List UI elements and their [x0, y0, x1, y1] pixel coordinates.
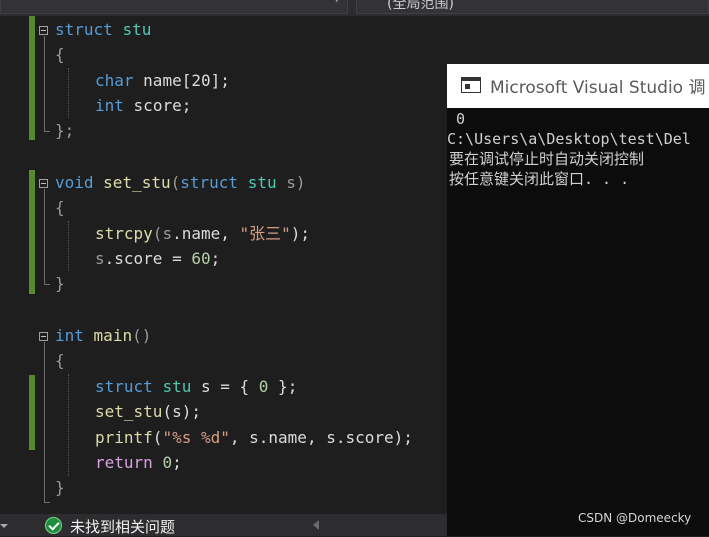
status-bar: 未找到相关问题 — [0, 514, 447, 536]
code-line-14: set_stu(s); — [95, 402, 201, 421]
fold-line — [44, 189, 45, 284]
chevron-down-icon: ▼ — [334, 0, 340, 5]
code-line-12: { — [55, 351, 65, 370]
code-line-13: struct stu s = { 0 }; — [95, 377, 298, 396]
console-output-line: 0 — [447, 110, 466, 128]
code-editor[interactable]: struct stu { char name[20]; int score; }… — [0, 16, 447, 514]
fold-line-end — [44, 502, 50, 503]
code-line-9: s.score = 60; — [95, 249, 221, 268]
fold-line-end — [44, 131, 50, 132]
indent-guide — [68, 68, 69, 118]
code-line-16: return 0; — [95, 453, 182, 472]
indent-guide — [68, 374, 69, 476]
console-output-line: 要在调试停止时自动关闭控制 — [449, 150, 645, 168]
code-line-1: struct stu — [55, 20, 152, 39]
collapse-struct-icon[interactable] — [39, 26, 48, 35]
indent-guide — [68, 221, 69, 271]
collapse-main-icon[interactable] — [39, 332, 48, 341]
code-line-11: int main() — [55, 326, 152, 345]
watermark: CSDN @Domeecky — [578, 511, 692, 525]
check-circle-icon — [45, 517, 62, 534]
code-line-4: int score; — [95, 96, 192, 115]
code-line-7: { — [55, 198, 65, 217]
code-line-6: void set_stu(struct stu s) — [55, 173, 306, 192]
change-marker — [29, 170, 35, 294]
issues-status[interactable]: 未找到相关问题 — [70, 516, 175, 537]
code-line-2: { — [55, 45, 65, 64]
code-line-17: } — [55, 478, 65, 497]
code-line-8: strcpy(s.name, "张三"); — [95, 224, 311, 243]
scope-dropdown[interactable]: (全局范围) — [356, 0, 709, 14]
code-line-5: }; — [55, 121, 75, 140]
navigation-bar: ▼ (全局范围) — [0, 0, 709, 16]
code-line-15: printf("%s %d", s.name, s.score); — [95, 428, 413, 447]
console-window[interactable]: Microsoft Visual Studio 调 0 C:\Users\a\D… — [447, 64, 709, 536]
fold-line — [44, 342, 45, 502]
change-marker — [29, 16, 35, 140]
console-output-line: C:\Users\a\Desktop\test\Del — [447, 130, 691, 148]
console-title-bar[interactable]: Microsoft Visual Studio 调 — [447, 64, 709, 108]
fold-line-end — [44, 284, 50, 285]
code-line-10: } — [55, 274, 65, 293]
zoom-dropdown-icon[interactable] — [0, 524, 8, 528]
change-marker — [29, 375, 35, 450]
scroll-left-icon[interactable] — [313, 520, 319, 530]
code-line-3: char name[20]; — [95, 71, 230, 90]
project-dropdown[interactable]: ▼ — [0, 0, 348, 14]
console-window-icon — [461, 77, 481, 93]
console-title: Microsoft Visual Studio 调 — [490, 78, 706, 98]
collapse-set-stu-icon[interactable] — [39, 179, 48, 188]
fold-line — [44, 36, 45, 131]
console-output-line: 按任意键关闭此窗口. . . — [449, 170, 630, 188]
